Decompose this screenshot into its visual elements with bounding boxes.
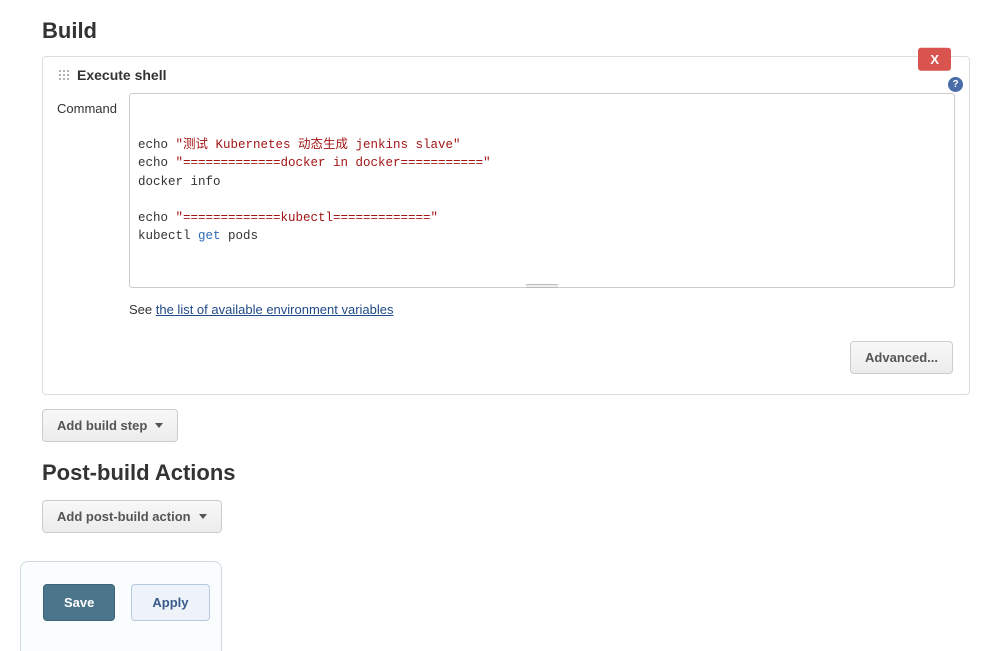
see-prefix: See xyxy=(129,302,156,317)
code-line: echo "=============kubectl=============" xyxy=(138,209,946,227)
code-line: echo "=============docker in docker=====… xyxy=(138,154,946,172)
build-section-title: Build xyxy=(42,18,1000,44)
command-field-label: Command xyxy=(57,93,129,374)
add-post-build-action-button[interactable]: Add post-build action xyxy=(42,500,222,533)
env-vars-link[interactable]: the list of available environment variab… xyxy=(156,302,394,317)
delete-build-step-button[interactable]: X xyxy=(918,48,951,71)
build-step-type-label: Execute shell xyxy=(77,67,167,83)
save-button[interactable]: Save xyxy=(43,584,115,621)
build-step-block: X ? Execute shell Command echo "测试 Kuber… xyxy=(42,56,970,395)
env-vars-hint: See the list of available environment va… xyxy=(129,302,955,317)
code-line: docker info xyxy=(138,173,946,191)
apply-button[interactable]: Apply xyxy=(131,584,209,621)
code-line xyxy=(138,191,946,209)
advanced-button[interactable]: Advanced... xyxy=(850,341,953,374)
add-build-step-button[interactable]: Add build step xyxy=(42,409,178,442)
drag-handle-icon[interactable] xyxy=(57,68,69,82)
command-input[interactable]: echo "测试 Kubernetes 动态生成 jenkins slave"e… xyxy=(129,93,955,288)
resize-grip-icon[interactable] xyxy=(526,284,558,288)
code-line: kubectl get pods xyxy=(138,227,946,245)
action-bar: Save Apply xyxy=(20,561,222,651)
code-line: echo "测试 Kubernetes 动态生成 jenkins slave" xyxy=(138,136,946,154)
build-step-header: Execute shell xyxy=(43,57,969,93)
help-icon[interactable]: ? xyxy=(948,77,963,92)
post-build-section-title: Post-build Actions xyxy=(42,460,1000,486)
